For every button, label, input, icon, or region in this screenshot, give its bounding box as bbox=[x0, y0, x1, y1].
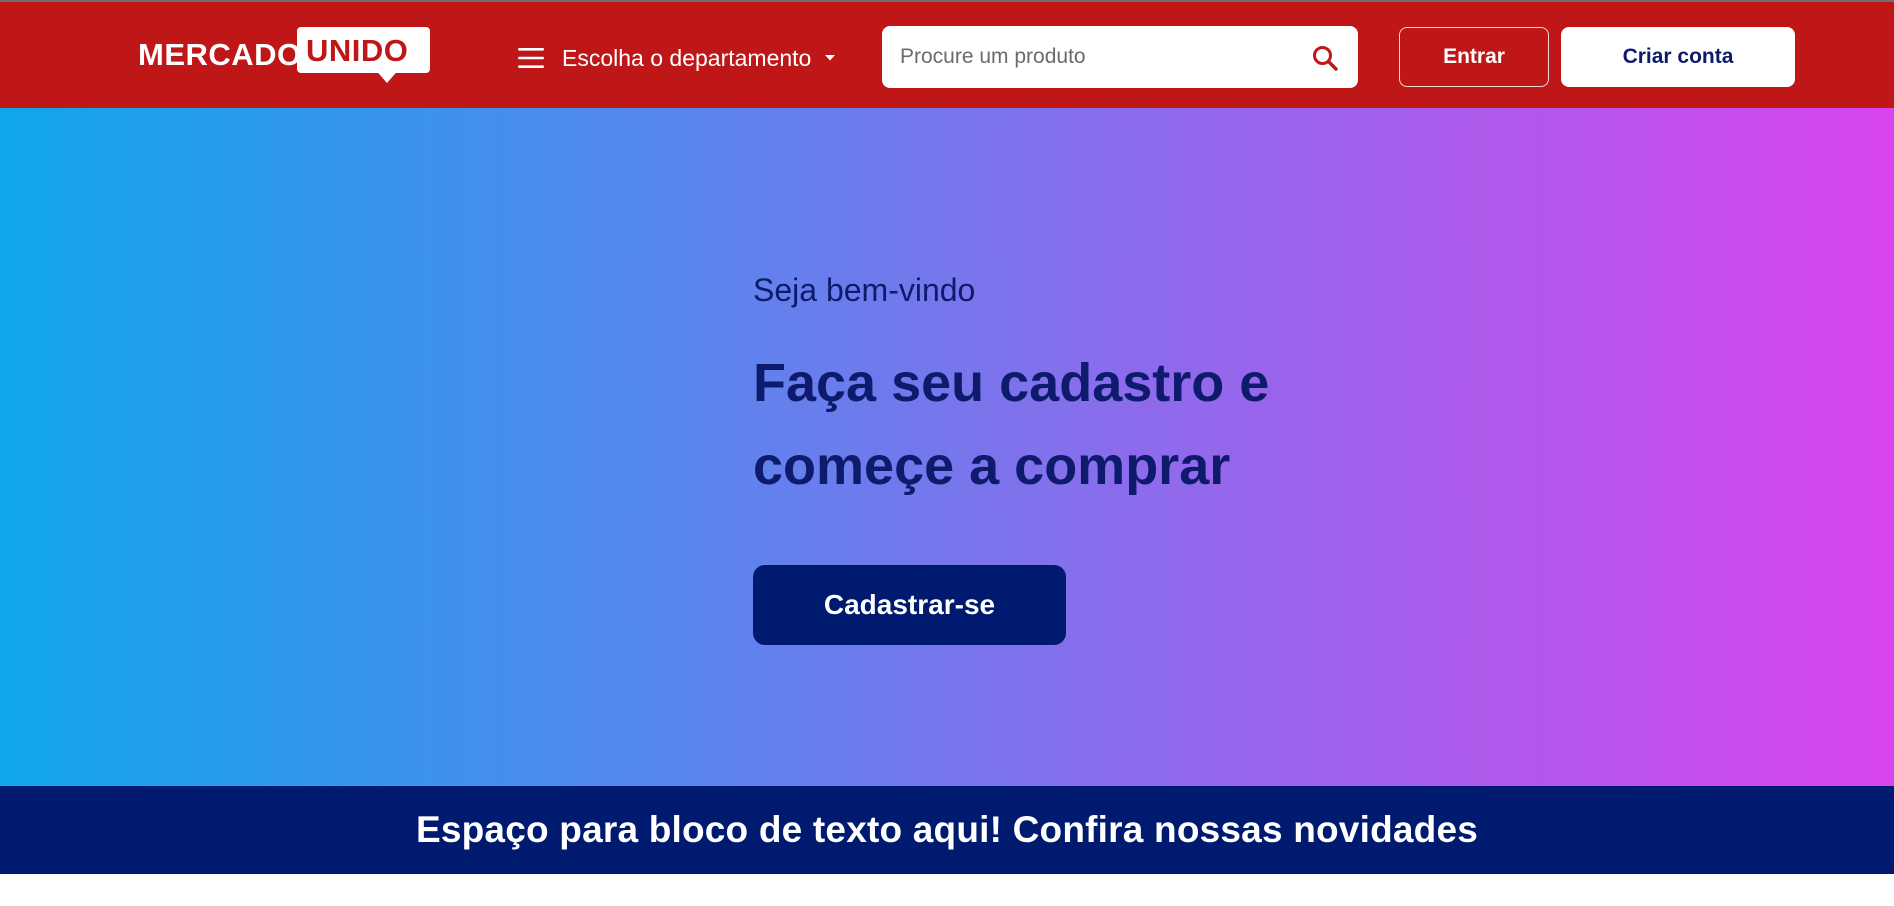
hamburger-menu-icon bbox=[518, 48, 544, 68]
hero-welcome-text: Seja bem-vindo bbox=[753, 272, 976, 308]
search-icon[interactable] bbox=[1312, 45, 1338, 71]
hero-title-line-1: Faça seu cadastro e bbox=[753, 353, 1270, 413]
search-input[interactable] bbox=[900, 40, 1290, 74]
logo-text-mercado: MERCADO bbox=[138, 37, 302, 72]
create-account-button[interactable]: Criar conta bbox=[1561, 27, 1795, 87]
mercado-unido-logo[interactable]: MERCADO UNIDO bbox=[138, 27, 430, 89]
search-bar bbox=[882, 26, 1358, 88]
top-header: MERCADO UNIDO Escolha o departamento En bbox=[0, 0, 1894, 108]
caret-down-icon bbox=[825, 55, 836, 61]
department-dropdown-label: Escolha o departamento bbox=[562, 45, 812, 71]
login-button[interactable]: Entrar bbox=[1399, 27, 1549, 87]
logo-text-unido: UNIDO bbox=[306, 33, 409, 68]
info-banner-text: Espaço para bloco de texto aqui! Confira… bbox=[415, 809, 1479, 850]
hero-title: Faça seu cadastro e começe a comprar bbox=[753, 342, 1313, 508]
page: MERCADO UNIDO Escolha o departamento En bbox=[0, 0, 1894, 906]
register-button[interactable]: Cadastrar-se bbox=[753, 565, 1066, 645]
logo-bubble-tail bbox=[373, 67, 401, 83]
hero-banner: Seja bem-vindo Faça seu cadastro e começ… bbox=[0, 108, 1894, 786]
department-dropdown[interactable]: Escolha o departamento bbox=[518, 40, 836, 76]
hero-title-line-2: começe a comprar bbox=[753, 436, 1231, 496]
info-banner: Espaço para bloco de texto aqui! Confira… bbox=[0, 786, 1894, 874]
